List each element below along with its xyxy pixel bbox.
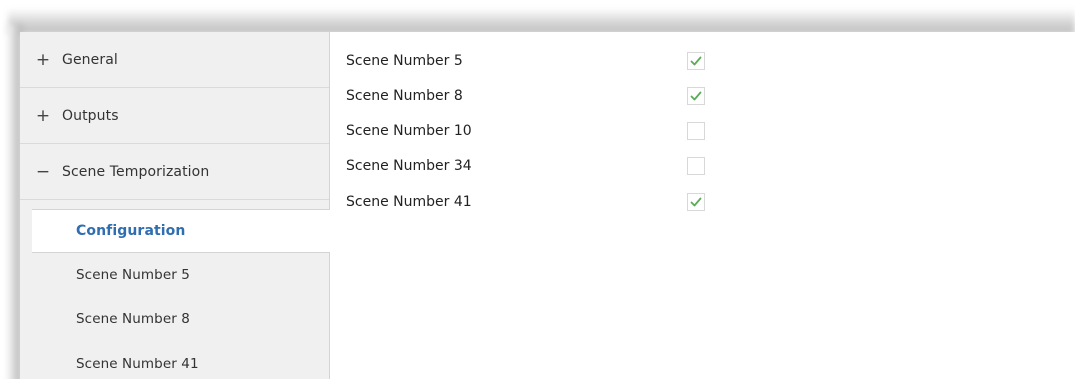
scene-row: Scene Number 10 (346, 116, 746, 146)
checkmark-icon (690, 197, 702, 207)
parameter-window: + General + Outputs − Scene Temporizatio… (20, 32, 1075, 379)
scene-row-label: Scene Number 34 (346, 158, 472, 174)
sidebar-item-scene-number-41[interactable]: Scene Number 41 (20, 343, 329, 379)
scene-row-label: Scene Number 41 (346, 194, 472, 210)
scene-row: Scene Number 34 (346, 151, 746, 181)
screenshot-frame: + General + Outputs − Scene Temporizatio… (0, 0, 1075, 379)
window-shadow-top (8, 8, 1075, 34)
scene-row: Scene Number 5 (346, 46, 746, 76)
expand-icon: + (35, 49, 51, 70)
scene-row: Scene Number 8 (346, 81, 746, 111)
sidebar-item-scene-number-5[interactable]: Scene Number 5 (20, 254, 329, 296)
sidebar-group-scene-temporization[interactable]: − Scene Temporization (20, 144, 329, 200)
sidebar-group-label: Scene Temporization (62, 163, 210, 180)
sidebar-item-label: Scene Number 8 (76, 311, 190, 327)
sidebar-item-label: Configuration (76, 223, 186, 239)
sidebar-item-configuration[interactable]: Configuration (32, 209, 330, 253)
scene-checkbox[interactable] (687, 157, 705, 175)
scene-checkbox[interactable] (687, 122, 705, 140)
sidebar: + General + Outputs − Scene Temporizatio… (20, 32, 330, 379)
sidebar-group-label: Outputs (62, 107, 119, 124)
sidebar-item-label: Scene Number 5 (76, 267, 190, 283)
collapse-icon: − (35, 161, 51, 182)
sidebar-group-label: General (62, 51, 118, 68)
parameter-panel: Scene Number 5 Scene Number 8 Scene Numb… (330, 32, 1075, 379)
scene-row-label: Scene Number 10 (346, 123, 472, 139)
scene-row-label: Scene Number 8 (346, 88, 463, 104)
scene-checkbox[interactable] (687, 52, 705, 70)
scene-checkbox[interactable] (687, 87, 705, 105)
expand-icon: + (35, 105, 51, 126)
scene-checkbox[interactable] (687, 193, 705, 211)
checkmark-icon (690, 91, 702, 101)
checkmark-icon (690, 56, 702, 66)
sidebar-group-outputs[interactable]: + Outputs (20, 88, 329, 144)
sidebar-group-general[interactable]: + General (20, 32, 329, 88)
sidebar-item-scene-number-8[interactable]: Scene Number 8 (20, 298, 329, 340)
scene-row-label: Scene Number 5 (346, 53, 463, 69)
sidebar-item-label: Scene Number 41 (76, 356, 199, 372)
scene-row: Scene Number 41 (346, 187, 746, 217)
